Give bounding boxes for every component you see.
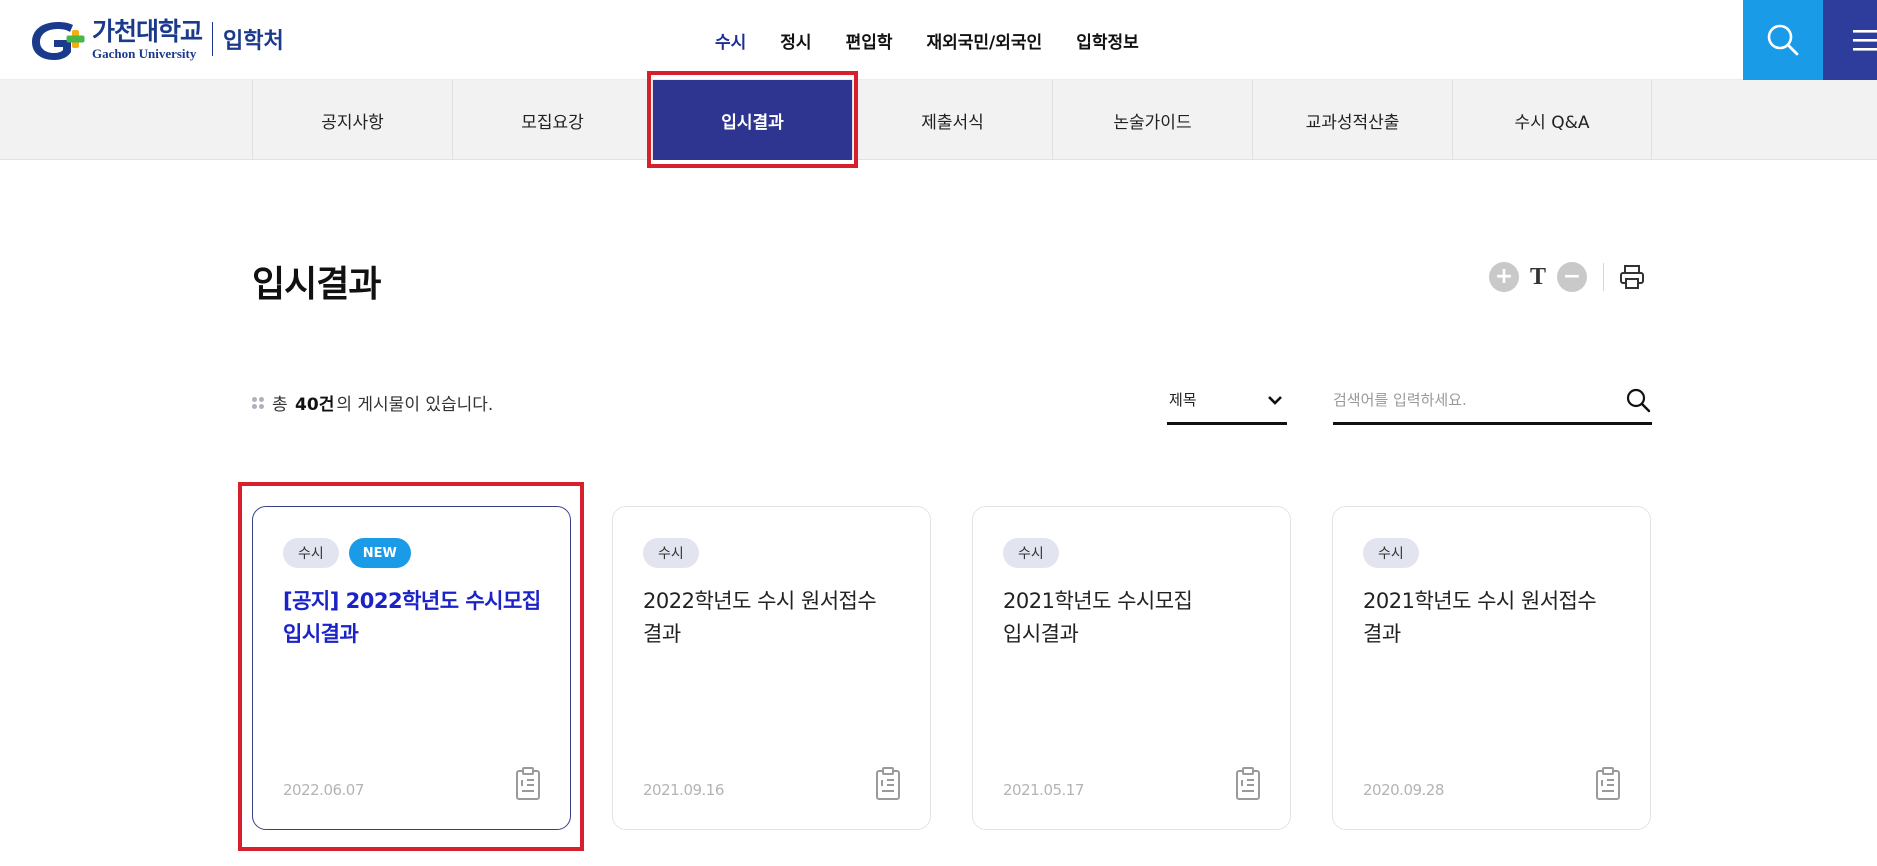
gnb-item-info[interactable]: 입학정보 [1076, 28, 1139, 53]
logo-korean-text: 가천대학교 [92, 16, 203, 46]
search-filter-value: 제목 [1169, 391, 1197, 409]
subnav-item-results[interactable]: 입시결과 [652, 80, 852, 160]
zoom-in-button[interactable]: + [1489, 262, 1519, 292]
post-count: 총 40건 의 게시물이 있습니다. [252, 390, 493, 415]
print-icon [1620, 265, 1644, 289]
category-badge: 수시 [643, 538, 699, 568]
post-title[interactable]: [공지] 2022학년도 수시모집 입시결과 [283, 585, 543, 651]
post-date: 2021.09.16 [643, 781, 724, 799]
category-badge: 수시 [1363, 538, 1419, 568]
post-card[interactable]: 수시 2021학년도 수시 원서접수 결과 2020.09.28 [1332, 506, 1651, 830]
logo-divider [212, 22, 214, 56]
post-title[interactable]: 2022학년도 수시 원서접수 결과 [643, 585, 903, 651]
header-search-button[interactable] [1743, 0, 1823, 80]
logo-english-text: Gachon University [92, 45, 197, 61]
post-card-list: 수시 NEW [공지] 2022학년도 수시모집 입시결과 2022.06.07… [252, 506, 1651, 830]
subnav-item-guidelines[interactable]: 모집요강 [452, 80, 652, 160]
zoom-out-button[interactable]: − [1557, 262, 1587, 292]
post-date: 2021.05.17 [1003, 781, 1084, 799]
gnb-item-susi[interactable]: 수시 [715, 28, 746, 53]
logo-department-text: 입학처 [223, 29, 284, 54]
count-suffix: 의 게시물이 있습니다. [336, 395, 494, 415]
subnav-item-qna[interactable]: 수시 Q&A [1452, 80, 1652, 160]
global-nav: 수시 정시 편입학 재외국민/외국인 입학정보 [715, 0, 1173, 80]
gnb-item-overseas[interactable]: 재외국민/외국인 [926, 28, 1042, 53]
clipboard-document-icon [876, 767, 900, 800]
print-button[interactable] [1618, 262, 1646, 292]
search-filter-select[interactable]: 제목 [1167, 383, 1287, 425]
dots-grid-icon [252, 396, 264, 409]
chevron-down-icon [1268, 395, 1282, 405]
clipboard-document-icon [1236, 767, 1260, 800]
sub-nav: 공지사항 모집요강 입시결과 제출서식 논술가이드 교과성적산출 수시 Q&A [0, 80, 1877, 160]
search-input[interactable] [1333, 390, 1603, 409]
post-card[interactable]: 수시 NEW [공지] 2022학년도 수시모집 입시결과 2022.06.07 [252, 506, 571, 830]
subnav-item-grade-calc[interactable]: 교과성적산출 [1252, 80, 1452, 160]
page-title: 입시결과 [252, 264, 381, 305]
hamburger-menu-icon [1853, 30, 1877, 51]
post-card[interactable]: 수시 2022학년도 수시 원서접수 결과 2021.09.16 [612, 506, 931, 830]
text-size-icon[interactable]: T [1519, 262, 1557, 292]
clipboard-document-icon [516, 767, 540, 800]
post-title[interactable]: 2021학년도 수시모집 입시결과 [1003, 585, 1263, 651]
header-menu-button[interactable] [1823, 0, 1877, 80]
subnav-item-essay-guide[interactable]: 논술가이드 [1052, 80, 1252, 160]
search-icon [1626, 388, 1651, 412]
new-badge: NEW [348, 538, 411, 568]
site-logo[interactable]: 가천대학교 Gachon University 입학처 [28, 16, 284, 62]
post-title[interactable]: 2021학년도 수시 원서접수 결과 [1363, 585, 1623, 651]
clipboard-document-icon [1596, 767, 1620, 800]
page-tools: + T − [1489, 262, 1646, 292]
subnav-item-forms[interactable]: 제출서식 [852, 80, 1052, 160]
gnb-item-jeongsi[interactable]: 정시 [780, 28, 811, 53]
category-badge: 수시 [1003, 538, 1059, 568]
search-submit-button[interactable] [1624, 386, 1652, 414]
gnb-item-transfer[interactable]: 편입학 [846, 28, 893, 53]
search-box [1333, 383, 1652, 425]
count-prefix: 총 [272, 395, 288, 415]
post-date: 2020.09.28 [1363, 781, 1444, 799]
post-date: 2022.06.07 [283, 781, 364, 799]
count-value: 40건 [295, 395, 335, 415]
post-card[interactable]: 수시 2021학년도 수시모집 입시결과 2021.05.17 [972, 506, 1291, 830]
gachon-logo-icon [32, 22, 85, 60]
search-icon [1767, 24, 1799, 56]
category-badge: 수시 [283, 538, 339, 568]
site-header: 가천대학교 Gachon University 입학처 수시 정시 편입학 재외… [0, 0, 1877, 80]
subnav-item-notice[interactable]: 공지사항 [252, 80, 452, 160]
tools-divider [1603, 263, 1604, 291]
